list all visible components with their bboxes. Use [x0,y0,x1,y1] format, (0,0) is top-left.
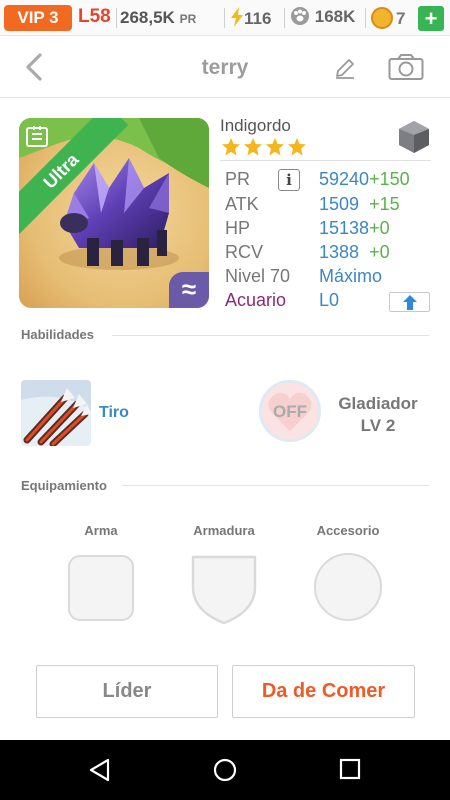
add-coins-button[interactable]: + [418,6,444,31]
star-icon [222,138,240,156]
leader-skill-name: Gladiador [338,394,418,413]
info-button[interactable]: i [278,169,300,191]
active-skill-icon[interactable] [21,380,91,446]
total-power-value: 268,5K [120,8,175,27]
page-title: terry [201,56,249,79]
player-level: L58 [78,6,111,27]
creature-name: Indigordo [220,116,291,135]
level-value: Máximo [319,266,383,286]
stat-value: 1509 +15 [319,194,400,215]
feed-button[interactable]: Da de Comer [232,665,415,718]
level-label: Nivel 70 [225,266,291,286]
coin-value: 7 [396,9,406,28]
total-power: 268,5K PR [120,8,196,28]
class-label: Acuario [225,290,287,310]
divider [122,485,429,486]
creature-portrait[interactable]: Ultra ≈ [19,118,209,308]
pr-value: 59240 [319,169,370,189]
stat-label: HP [225,218,251,238]
element-water-badge: ≈ [169,272,209,308]
divider [116,8,117,28]
accessory-label: Accesorio [316,523,380,538]
pencil-icon[interactable] [333,56,357,80]
leader-skill: Gladiador LV 2 [330,393,426,437]
stat-label: RCV [225,242,264,262]
leader-skill-level: LV 2 [360,416,396,435]
weapon-slot[interactable] [68,555,134,621]
header-bar: terry [0,36,450,98]
food-counter: 168K [290,7,355,27]
card-type-icon [26,126,48,147]
home-circle-icon[interactable] [213,758,237,782]
rcv-value: 1388 [319,242,360,262]
stat-label: PR [225,169,251,189]
stat-value: 1388 +0 [319,242,390,263]
divider [112,335,429,336]
hp-value: 15138 [319,218,370,238]
pr-bonus: +150 [369,169,410,189]
accessory-slot[interactable] [314,553,382,621]
atk-bonus: +15 [369,194,400,214]
stat-value: 59240+150 [319,169,410,190]
skills-section-title: Habilidades [21,327,94,342]
back-triangle-icon[interactable] [88,758,112,782]
class-upgrade-button[interactable] [389,292,430,312]
star-rating [221,137,309,159]
paw-icon [291,7,309,25]
coin-icon [371,7,393,29]
star-icon [266,138,284,156]
divider [220,160,431,161]
divider [224,8,225,28]
android-navigation-bar [0,740,450,800]
top-status-bar: VIP 3 L58 268,5K PR 116 168K 7 + [0,0,450,36]
recents-square-icon[interactable] [339,758,361,780]
stone-gem-icon[interactable] [397,120,431,154]
lightning-icon [231,7,243,27]
up-arrow-icon [403,295,417,310]
power-unit: PR [179,12,197,26]
equipment-section-title: Equipamiento [21,478,107,493]
divider [365,8,366,28]
leader-button[interactable]: Líder [36,665,218,718]
class-level-value: L0 [319,290,340,310]
coin-counter: 7 [371,7,405,29]
arrows-icon [21,380,91,446]
weapon-label: Arma [84,523,118,538]
leader-skill-off-badge[interactable]: OFF [259,380,321,442]
divider [284,8,285,28]
atk-value: 1509 [319,194,360,214]
food-value: 168K [314,7,356,26]
camera-icon[interactable] [388,53,424,81]
off-label: OFF [273,402,307,421]
active-skill-name[interactable]: Tiro [99,404,129,422]
energy-value: 116 [244,9,272,28]
rcv-bonus: +0 [369,242,390,262]
stat-value: 15138+0 [319,218,390,239]
armor-slot[interactable] [190,553,258,625]
hp-bonus: +0 [369,218,390,238]
stat-label: ATK [225,194,259,214]
vip-badge[interactable]: VIP 3 [4,5,72,31]
star-icon [288,138,306,156]
armor-label: Armadura [193,523,255,538]
star-icon [244,138,262,156]
energy-counter: 116 [230,7,271,29]
